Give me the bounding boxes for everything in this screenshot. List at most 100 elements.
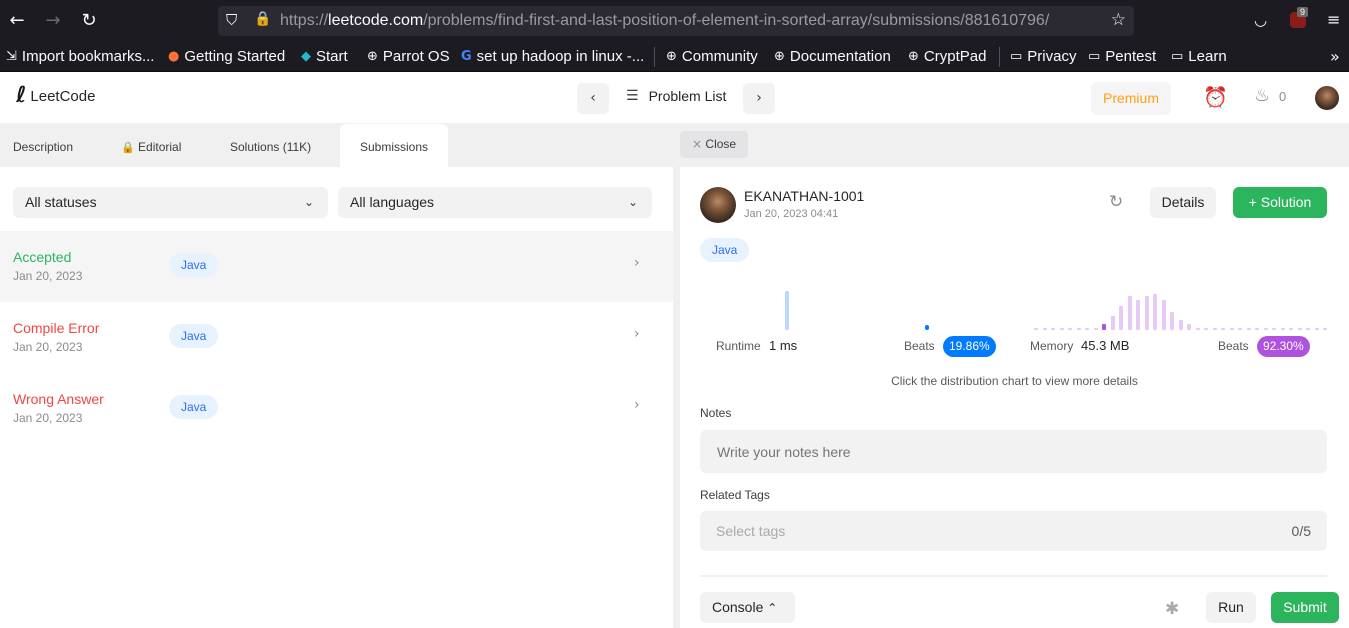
bookmark-documentation[interactable]: ⊕ Documentation — [774, 48, 891, 65]
bookmark-label: Pentest — [1105, 48, 1157, 65]
close-button[interactable]: × Close — [680, 131, 749, 158]
bookmark-pentest[interactable]: ▭ Pentest — [1088, 48, 1156, 65]
leetcode-header: ℓ LeetCode ‹ ☰ Problem List › Premium ⏰ … — [0, 72, 1349, 124]
submitter-name[interactable]: EKANATHAN-1001 — [744, 188, 864, 204]
alarm-clock-icon[interactable]: ⏰ — [1203, 85, 1228, 109]
forward-arrow-icon[interactable]: → — [43, 11, 63, 31]
reload-icon[interactable]: ↻ — [79, 11, 99, 31]
language-filter-select[interactable]: All languages ⌄ — [338, 187, 652, 218]
submission-status: Accepted — [13, 249, 72, 265]
bookmark-parrot-os[interactable]: ⊕ Parrot OS — [367, 48, 450, 65]
share-icon[interactable]: ↻ — [1109, 192, 1123, 212]
memory-bar — [1289, 328, 1293, 330]
firefox-icon: ● — [168, 49, 180, 64]
memory-bar — [1229, 328, 1234, 330]
bookmark-learn[interactable]: ▭ Learn — [1171, 48, 1227, 65]
bookmark-star-icon[interactable]: ☆ — [1111, 10, 1126, 30]
fire-icon[interactable]: ♨ — [1254, 85, 1270, 106]
runtime-beats-label: Beats — [904, 339, 935, 353]
memory-bar — [1059, 328, 1064, 330]
submission-row[interactable]: Wrong Answer Jan 20, 2023 Java › — [0, 373, 673, 444]
next-problem-button[interactable]: › — [743, 83, 775, 114]
bookmark-label: CryptPad — [923, 48, 987, 65]
bookmark-getting-started[interactable]: ● Getting Started — [168, 48, 285, 65]
memory-bar — [1076, 328, 1081, 330]
left-panel: Description 🔒 Editorial Solutions (11K) … — [0, 124, 673, 628]
chevron-down-icon: ⌄ — [303, 195, 314, 209]
prev-problem-button[interactable]: ‹ — [577, 83, 609, 114]
details-button[interactable]: Details — [1150, 187, 1216, 218]
memory-bar — [1246, 328, 1251, 330]
lock-icon[interactable]: 🔒 — [254, 11, 271, 27]
notes-input[interactable] — [700, 430, 1327, 473]
submission-date: Jan 20, 2023 — [13, 411, 83, 425]
menu-icon[interactable]: ≡ — [1327, 10, 1340, 29]
language-tag: Java — [700, 238, 750, 262]
memory-beats-label: Beats — [1218, 339, 1249, 353]
bookmark-label: Learn — [1188, 48, 1227, 65]
submission-row[interactable]: Accepted Jan 20, 2023 Java › — [0, 231, 673, 302]
memory-bar — [1051, 328, 1055, 330]
memory-bar — [1297, 328, 1302, 330]
debug-bug-icon[interactable]: ✱ — [1165, 599, 1179, 619]
language-tag: Java — [169, 253, 219, 277]
list-icon: ☰ — [626, 88, 639, 104]
tab-editorial[interactable]: 🔒 Editorial — [121, 124, 181, 167]
problem-list-label: Problem List — [648, 88, 727, 104]
problem-list-button[interactable]: ☰ Problem List — [626, 88, 726, 104]
tab-solutions[interactable]: Solutions (11K) — [230, 124, 311, 167]
bookmark-community[interactable]: ⊕ Community — [666, 48, 758, 65]
chevron-right-icon: › — [634, 397, 640, 413]
memory-bar — [1221, 328, 1225, 330]
status-filter-select[interactable]: All statuses ⌄ — [13, 187, 328, 218]
memory-bar — [1280, 328, 1285, 330]
submission-row[interactable]: Compile Error Jan 20, 2023 Java › — [0, 302, 673, 373]
memory-bar — [1068, 328, 1072, 330]
address-bar[interactable]: ⛉ 🔒 https://leetcode.com/problems/find-f… — [218, 6, 1134, 36]
runtime-label: Runtime — [716, 339, 761, 353]
memory-bar — [1085, 328, 1089, 330]
logo-text: LeetCode — [30, 87, 96, 105]
chevron-right-icon: › — [756, 90, 762, 106]
close-label: Close — [705, 137, 737, 151]
pocket-icon[interactable]: ◡ — [1254, 11, 1267, 29]
globe-icon: ⊕ — [774, 49, 785, 64]
runtime-value: 1 ms — [769, 338, 798, 353]
tags-select[interactable]: Select tags 0/5 — [700, 511, 1327, 551]
bookmark-cryptpad[interactable]: ⊕ CryptPad — [908, 48, 986, 65]
memory-label: Memory — [1030, 339, 1074, 353]
back-arrow-icon[interactable]: ← — [7, 11, 27, 31]
memory-bar — [1093, 328, 1098, 330]
bookmark-import[interactable]: ⇲ Import bookmarks... — [6, 48, 154, 65]
tab-submissions[interactable]: Submissions — [340, 124, 448, 167]
premium-button[interactable]: Premium — [1091, 82, 1171, 115]
submit-button[interactable]: Submit — [1271, 592, 1339, 623]
bookmark-privacy[interactable]: ▭ Privacy — [1010, 48, 1076, 65]
overflow-chevron-icon[interactable]: » — [1330, 47, 1340, 66]
solution-button[interactable]: + Solution — [1233, 187, 1327, 218]
bookmark-label: Start — [316, 48, 348, 65]
runtime-distribution-chart[interactable] — [700, 282, 1000, 330]
memory-distribution-chart[interactable] — [1030, 282, 1327, 330]
url-text[interactable]: https://leetcode.com/problems/find-first… — [280, 12, 1049, 30]
bookmark-hadoop[interactable]: Gset up hadoop in linux -... — [461, 48, 644, 65]
globe-icon: ⊕ — [367, 49, 378, 64]
logo[interactable]: ℓ LeetCode — [16, 84, 95, 108]
submitter-avatar[interactable] — [700, 187, 736, 223]
memory-bar — [1314, 328, 1319, 330]
chevron-left-icon: ‹ — [590, 90, 596, 106]
memory-bar — [1170, 312, 1174, 330]
user-avatar[interactable] — [1315, 86, 1339, 110]
console-button[interactable]: Console ⌃ — [700, 592, 795, 623]
bookmark-start[interactable]: ◆ Start — [301, 48, 348, 65]
bookmarks-bar: ⇲ Import bookmarks... ● Getting Started ◆ S… — [0, 42, 1349, 72]
run-button[interactable]: Run — [1206, 592, 1256, 623]
memory-bar — [1161, 300, 1166, 330]
chevron-up-icon: ⌃ — [767, 601, 778, 615]
folder-icon: ▭ — [1010, 49, 1023, 64]
memory-bar — [1255, 328, 1259, 330]
tab-description[interactable]: Description — [13, 124, 73, 167]
shield-icon[interactable]: ⛉ — [226, 11, 237, 29]
bookmark-label: Getting Started — [184, 48, 286, 65]
tags-placeholder: Select tags — [716, 523, 786, 539]
